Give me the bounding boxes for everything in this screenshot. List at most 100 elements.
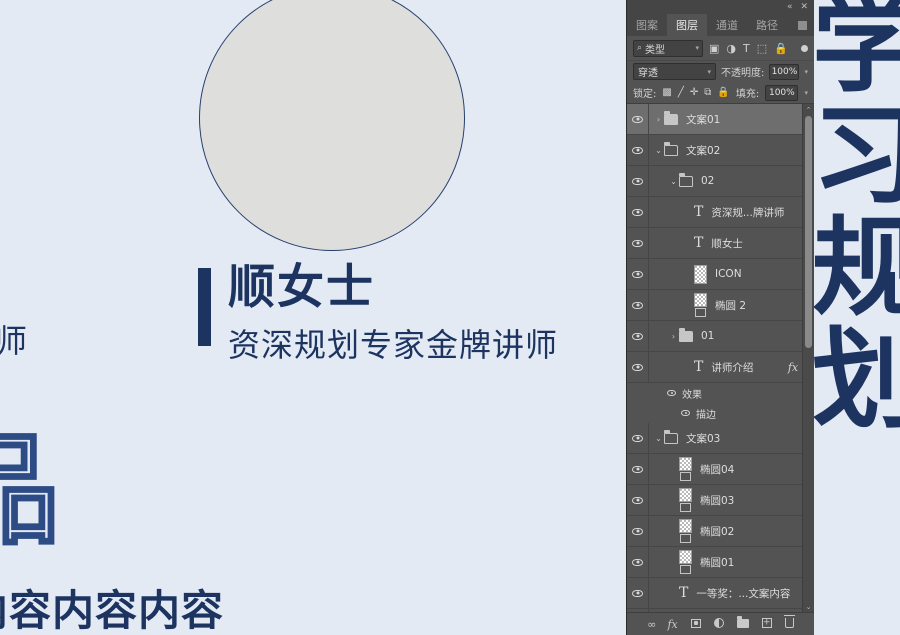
layer-body[interactable]: T直播奖品fx⌃ [649, 609, 814, 612]
layer-style-button[interactable]: fx [667, 619, 677, 630]
layer-body[interactable]: T 资深规...牌讲师 [649, 197, 814, 227]
layer-row[interactable]: ⌄ 文案02 [627, 135, 814, 166]
layer-body[interactable]: 椭圆02 [649, 516, 814, 546]
filter-type-icon[interactable]: T [743, 43, 750, 54]
layer-row[interactable]: 椭圆01 [627, 547, 814, 578]
layer-body[interactable]: ⌄ 02 [649, 166, 814, 196]
layer-visibility-toggle[interactable] [627, 454, 649, 484]
layer-visibility-toggle[interactable] [627, 135, 649, 165]
filter-shape-icon[interactable]: ⬚ [757, 43, 767, 54]
disclosure-triangle-icon[interactable]: ⌄ [668, 177, 679, 186]
opacity-chevron-down-icon[interactable]: ▾ [804, 68, 808, 76]
lock-artboard-nesting-icon[interactable]: ⧉ [704, 87, 711, 98]
layer-row[interactable]: 椭圆03 [627, 485, 814, 516]
layer-body[interactable]: 椭圆 2 [649, 290, 814, 320]
filter-kind-select[interactable]: ⌕ 类型 ▾ [633, 39, 703, 57]
layer-body[interactable]: 椭圆01 [649, 547, 814, 577]
layer-visibility-toggle[interactable] [627, 516, 649, 546]
layer-body[interactable]: T 一等奖：...文案内容 [649, 578, 814, 608]
disclosure-triangle-icon[interactable]: ⌄ [653, 434, 664, 443]
new-group-button[interactable] [736, 616, 749, 630]
layer-row[interactable]: T 顺女士 [627, 228, 814, 259]
layer-body[interactable]: ICON [649, 259, 814, 289]
layer-visibility-toggle[interactable] [627, 352, 649, 382]
scroll-down-arrow-icon[interactable]: ⌄ [803, 601, 814, 612]
layer-visibility-toggle[interactable] [627, 259, 649, 289]
tab-layers[interactable]: 图层 [667, 14, 707, 36]
layer-visibility-toggle[interactable] [627, 166, 649, 196]
layer-row[interactable]: › 01 [627, 321, 814, 352]
layer-visibility-toggle[interactable] [627, 547, 649, 577]
layer-row[interactable]: 椭圆02 [627, 516, 814, 547]
layer-body[interactable]: › 文案01 [649, 104, 814, 134]
layer-row[interactable]: 椭圆 2 [627, 290, 814, 321]
eye-icon[interactable] [681, 410, 690, 416]
layer-visibility-toggle[interactable] [627, 228, 649, 258]
tab-channels[interactable]: 通道 [707, 14, 747, 36]
scroll-up-arrow-icon[interactable]: ⌃ [803, 104, 814, 115]
eye-icon [632, 558, 643, 566]
new-layer-button[interactable] [761, 618, 772, 630]
add-layer-mask-button[interactable] [690, 618, 701, 630]
layer-name: 椭圆04 [700, 463, 735, 476]
layer-body[interactable]: 椭圆03 [649, 485, 814, 515]
layer-row[interactable]: T讲师介绍fx⌃ [627, 352, 814, 383]
filter-adjustment-icon[interactable]: ◑ [726, 43, 736, 54]
lock-all-icon[interactable]: 🔒 [717, 87, 729, 98]
layer-body[interactable]: T讲师介绍fx⌃ [649, 352, 814, 382]
lock-transparent-pixels-icon[interactable]: ▩ [662, 87, 671, 98]
layer-visibility-toggle[interactable] [627, 290, 649, 320]
adjustment-layer-button[interactable] [713, 618, 724, 630]
scrollbar-thumb[interactable] [805, 116, 812, 348]
delete-layer-button[interactable] [783, 615, 795, 630]
layer-visibility-toggle[interactable] [627, 485, 649, 515]
layer-row[interactable]: ⌄ 文案03 [627, 423, 814, 454]
layer-row[interactable]: 椭圆04 [627, 454, 814, 485]
layer-visibility-toggle[interactable] [627, 609, 649, 612]
text-layer-icon: T [694, 235, 704, 251]
fill-input[interactable]: 100% [765, 84, 799, 101]
blend-mode-select[interactable]: 穿透 ▾ [633, 63, 716, 80]
layer-row[interactable]: ICON [627, 259, 814, 290]
layer-body[interactable]: 椭圆04 [649, 454, 814, 484]
layer-row[interactable]: ⌄ 02 [627, 166, 814, 197]
link-layers-button[interactable]: ∞ [647, 619, 656, 630]
layer-visibility-toggle[interactable] [627, 423, 649, 453]
layer-body[interactable]: ⌄ 文案02 [649, 135, 814, 165]
lock-position-icon[interactable]: ✛ [690, 87, 698, 98]
filter-enable-toggle[interactable] [801, 44, 808, 52]
filter-smart-object-icon[interactable]: 🔒 [774, 43, 788, 54]
layer-visibility-toggle[interactable] [627, 197, 649, 227]
layer-body[interactable]: › 01 [649, 321, 814, 351]
chevron-down-icon: ▾ [707, 67, 711, 76]
person-name-text: 顺女士 [228, 260, 375, 315]
lock-image-pixels-icon[interactable]: ╱ [678, 87, 684, 98]
layer-row[interactable]: T直播奖品fx⌃ [627, 609, 814, 612]
eye-icon[interactable] [667, 390, 676, 396]
layer-visibility-toggle[interactable] [627, 578, 649, 608]
panel-menu-button[interactable] [798, 14, 814, 36]
fill-chevron-down-icon[interactable]: ▾ [804, 89, 808, 97]
layer-row[interactable]: T 资深规...牌讲师 [627, 197, 814, 228]
layer-row[interactable]: › 文案01 [627, 104, 814, 135]
layer-list[interactable]: › 文案01 ⌄ 文案02 ⌄ 02 T 资深规...牌讲师 T 顺女士 ICON 椭圆 2 › 01 T 讲… [627, 104, 814, 612]
collapse-icon[interactable]: « [787, 2, 793, 12]
layer-effects-header[interactable]: 效果 [627, 383, 814, 403]
filter-pixel-icon[interactable]: ▣ [709, 43, 719, 54]
layer-visibility-toggle[interactable] [627, 104, 649, 134]
close-icon[interactable]: ✕ [800, 2, 808, 12]
layer-visibility-toggle[interactable] [627, 321, 649, 351]
disclosure-triangle-icon[interactable]: › [653, 115, 664, 124]
layer-effect-item[interactable]: 描边 [627, 403, 814, 423]
layer-list-scrollbar[interactable]: ⌃ ⌄ [802, 104, 814, 612]
layer-row[interactable]: T 一等奖：...文案内容 [627, 578, 814, 609]
tab-paths[interactable]: 路径 [747, 14, 787, 36]
layer-name: 讲师介绍 [711, 361, 754, 374]
blend-mode-row: 穿透 ▾ 不透明度: 100% ▾ [627, 60, 814, 82]
opacity-input[interactable]: 100% [769, 63, 800, 80]
disclosure-triangle-icon[interactable]: › [668, 332, 679, 341]
tab-patterns[interactable]: 图案 [627, 14, 667, 36]
layer-body[interactable]: T 顺女士 [649, 228, 814, 258]
layer-body[interactable]: ⌄ 文案03 [649, 423, 814, 453]
disclosure-triangle-icon[interactable]: ⌄ [653, 146, 664, 155]
